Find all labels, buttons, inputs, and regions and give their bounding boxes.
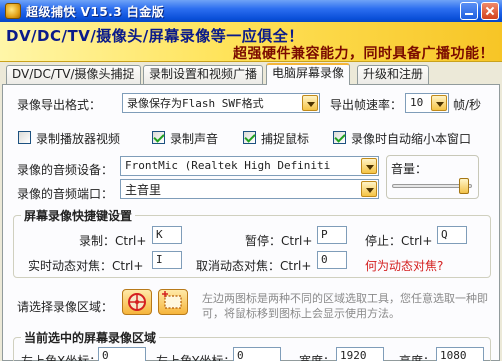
auto-minimize-checkbox[interactable]	[333, 131, 346, 144]
export-format-value: 录像保存为Flash SWF格式	[127, 97, 264, 110]
record-hotkey-label: 录制：Ctrl+	[79, 234, 147, 248]
stop-hotkey-input[interactable]: Q	[437, 226, 467, 244]
tab-upgrade-register[interactable]: 升级和注册	[357, 65, 430, 84]
region-tool-crosshair-button[interactable]	[122, 289, 152, 315]
export-format-select[interactable]: 录像保存为Flash SWF格式	[122, 93, 320, 113]
chevron-down-icon[interactable]	[361, 181, 377, 197]
record-player-video-label: 录制播放器视频	[36, 132, 121, 146]
volume-label: 音量：	[391, 162, 428, 176]
cancel-focus-hotkey-input[interactable]: 0	[317, 251, 347, 269]
focus-help-link[interactable]: 何为动态对焦?	[365, 257, 443, 274]
pause-hotkey-input[interactable]: P	[317, 226, 347, 244]
record-hotkey-input[interactable]: K	[152, 226, 182, 244]
region-select-label: 请选择录像区域：	[17, 300, 114, 314]
audio-port-value: 主音里	[125, 183, 162, 197]
region-x-label: 左上角X坐标：	[21, 354, 102, 361]
region-y-label: 左上角Y坐标：	[156, 354, 236, 361]
chevron-down-icon[interactable]	[361, 158, 377, 174]
region-width-input[interactable]: 1920	[336, 347, 384, 361]
title-bar: 超级捕快 V15.3 白金版	[0, 0, 502, 22]
audio-port-label: 录像的音频端口：	[17, 187, 114, 201]
screen-recording-pane: 录像导出格式： 录像保存为Flash SWF格式 导出帧速率： 10 帧/秒 录…	[2, 84, 500, 361]
focus-hotkey-input[interactable]: I	[152, 251, 182, 269]
capture-mouse-checkbox[interactable]	[243, 131, 256, 144]
chevron-down-icon[interactable]	[431, 95, 447, 111]
fps-label: 导出帧速率：	[330, 98, 403, 112]
capture-mouse-label: 捕捉鼠标	[261, 132, 310, 146]
export-format-label: 录像导出格式：	[17, 98, 102, 112]
app-icon	[5, 3, 21, 19]
audio-port-select[interactable]: 主音里	[120, 179, 379, 199]
tab-dv-capture[interactable]: DV/DC/TV/摄像头捕捉	[6, 65, 141, 84]
record-player-video-checkbox[interactable]	[18, 131, 31, 144]
region-height-label: 高度：	[399, 354, 436, 361]
record-sound-checkbox[interactable]	[152, 131, 165, 144]
region-select-icon	[162, 291, 182, 309]
audio-device-label: 录像的音频设备：	[17, 163, 114, 177]
volume-slider-thumb[interactable]	[458, 178, 469, 194]
auto-minimize-label: 录像时自动缩小本窗口	[351, 132, 472, 146]
fps-value: 10	[410, 96, 424, 109]
hotkeys-title: 屏幕录像快捷键设置	[21, 207, 136, 224]
cancel-focus-hotkey-label: 取消动态对焦：Ctrl+	[196, 259, 312, 273]
region-tool-tip: 左边两图标是两种不同的区域选取工具，您任意选取一种即可，将鼠标移到图标上会显示使…	[202, 292, 488, 320]
minimize-button[interactable]	[460, 2, 478, 20]
region-x-input[interactable]: 0	[98, 347, 146, 361]
fps-unit: 帧/秒	[453, 98, 482, 112]
record-sound-label: 录制声音	[170, 132, 219, 146]
promo-banner: DV/DC/TV/摄像头/屏幕录像等一应俱全！ 超强硬件兼容能力，同时具备广播功…	[0, 22, 502, 62]
audio-device-value: FrontMic (Realtek High Definiti	[125, 159, 331, 172]
crosshair-icon	[128, 293, 146, 311]
region-height-input[interactable]: 1080	[436, 347, 484, 361]
pause-hotkey-label: 暂停：Ctrl+	[245, 234, 313, 248]
audio-device-select[interactable]: FrontMic (Realtek High Definiti	[120, 156, 379, 176]
close-button[interactable]	[481, 2, 499, 20]
tab-bar: DV/DC/TV/摄像头捕捉 录制设置和视频广播 电脑屏幕录像 升级和注册	[2, 63, 500, 85]
fps-select[interactable]: 10	[405, 93, 449, 113]
stop-hotkey-label: 停止：Ctrl+	[365, 234, 433, 248]
chevron-down-icon[interactable]	[302, 95, 318, 111]
region-width-label: 宽度：	[299, 354, 336, 361]
region-tool-drag-button[interactable]	[158, 289, 188, 315]
tab-screen-recording[interactable]: 电脑屏幕录像	[266, 63, 351, 85]
region-y-input[interactable]: 0	[233, 347, 281, 361]
tab-record-settings[interactable]: 录制设置和视频广播	[143, 65, 264, 84]
current-region-title: 当前选中的屏幕录像区域	[21, 329, 160, 346]
window-title: 超级捕快 V15.3 白金版	[26, 5, 165, 19]
banner-line-2: 超强硬件兼容能力，同时具备广播功能！	[233, 46, 494, 62]
focus-hotkey-label: 实时动态对焦：Ctrl+	[28, 259, 144, 273]
